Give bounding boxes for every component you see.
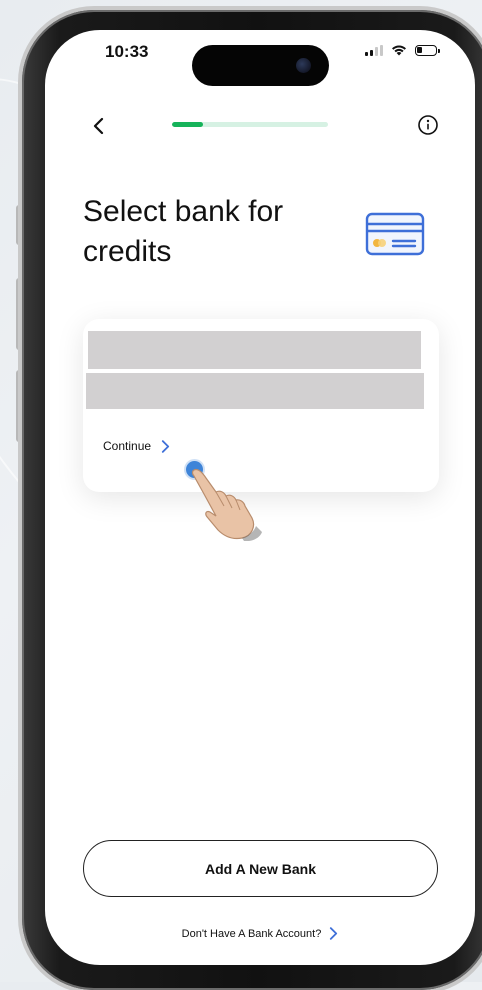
status-time: 10:33 — [105, 42, 149, 61]
continue-label: Continue — [103, 439, 152, 453]
chevron-right-icon — [330, 927, 338, 940]
app-screen: 10:33 Select bank for credits Continue A… — [45, 30, 475, 965]
back-button[interactable] — [85, 112, 113, 140]
add-new-bank-button[interactable]: Add A New Bank — [83, 840, 438, 897]
chevron-left-icon — [93, 117, 104, 135]
wifi-icon — [392, 45, 406, 56]
pointing-hand-icon — [191, 468, 262, 541]
no-bank-account-link[interactable]: Don't Have A Bank Account? — [45, 927, 475, 940]
dynamic-island — [192, 45, 329, 86]
status-icons — [365, 44, 440, 56]
chevron-right-icon — [161, 439, 170, 453]
credit-card-icon — [365, 212, 425, 256]
redacted-bank-details — [86, 373, 424, 409]
continue-link[interactable]: Continue — [103, 439, 170, 453]
signal-icon — [365, 45, 383, 56]
progress-bar — [172, 122, 328, 127]
progress-fill — [172, 122, 204, 127]
battery-icon — [415, 45, 440, 56]
camera-icon — [296, 58, 311, 73]
page-title: Select bank for credits — [83, 195, 284, 268]
info-button[interactable] — [417, 114, 439, 136]
no-bank-account-label: Don't Have A Bank Account? — [181, 927, 322, 940]
info-circle-icon — [418, 115, 438, 135]
redacted-bank-name — [88, 331, 421, 369]
